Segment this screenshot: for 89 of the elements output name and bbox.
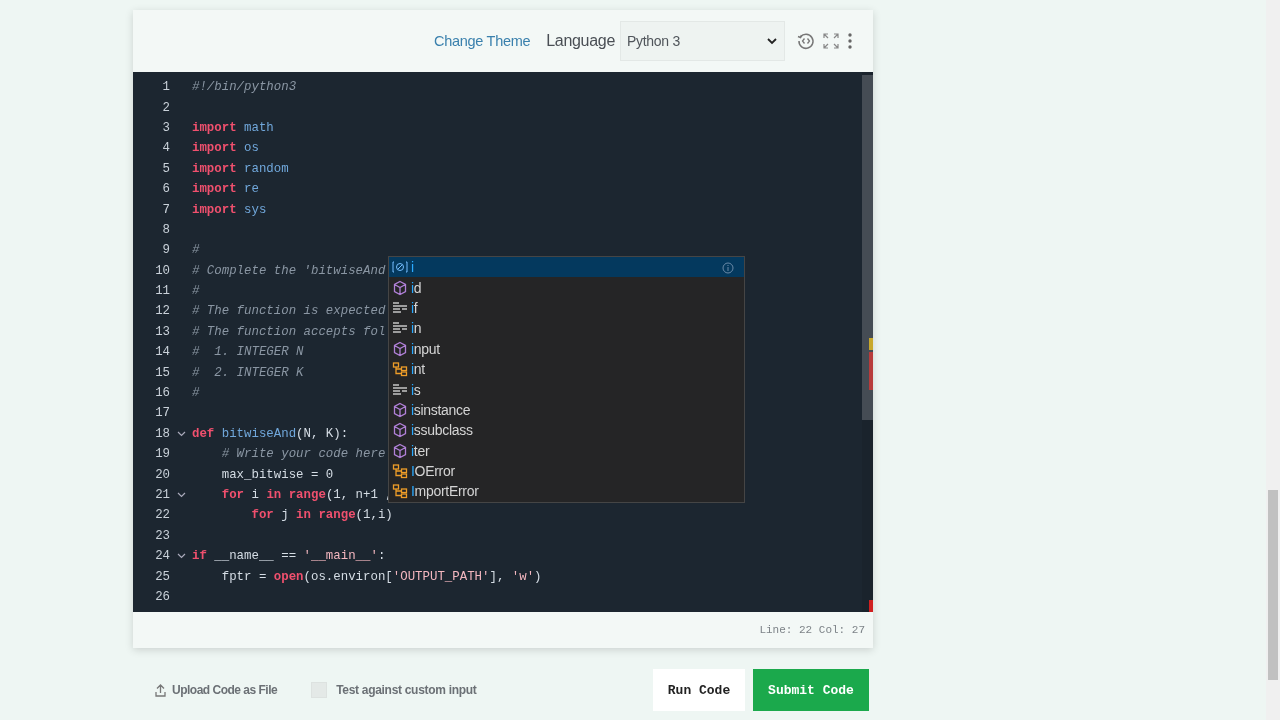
fold-chevron-icon[interactable] xyxy=(176,492,186,498)
line-number: 4 xyxy=(161,141,170,156)
suggestion-item[interactable]: ImportError xyxy=(389,481,744,502)
code-line: # Complete the 'bitwiseAnd xyxy=(192,263,386,278)
suggestion-item[interactable]: issubclass xyxy=(389,420,744,441)
fold-chevron-icon[interactable] xyxy=(176,430,186,437)
cursor-position: Line: 22 Col: 27 xyxy=(759,624,865,636)
code-line: # 2. INTEGER K xyxy=(192,365,304,380)
line-number: 5 xyxy=(161,161,170,176)
code-line: if __name__ == '__main__': xyxy=(192,549,386,564)
cube-icon xyxy=(392,340,408,357)
more-options-icon[interactable] xyxy=(847,32,853,50)
change-theme-link[interactable]: Change Theme xyxy=(434,33,531,49)
language-label: Language xyxy=(546,32,615,50)
code-line: def bitwiseAnd(N, K): xyxy=(192,426,349,441)
line-number: 26 xyxy=(154,589,170,604)
code-line: # The function is expected xyxy=(192,304,386,319)
suggestion-item[interactable]: iter xyxy=(389,440,744,461)
line-number: 1 xyxy=(161,80,170,95)
run-code-button[interactable]: Run Code xyxy=(653,669,745,711)
code-line: # xyxy=(192,243,200,258)
line-number: 19 xyxy=(154,447,170,462)
code-line: import math xyxy=(192,120,274,135)
cube-icon xyxy=(392,401,408,418)
code-line: import sys xyxy=(192,202,267,217)
page-scrollbar[interactable] xyxy=(1266,0,1280,720)
suggestion-item[interactable]: input xyxy=(389,338,744,359)
language-select[interactable]: Python 3 xyxy=(620,21,785,61)
code-line: # xyxy=(192,386,200,401)
info-icon[interactable] xyxy=(722,262,734,274)
line-number: 6 xyxy=(161,182,170,197)
code-line: fptr = open(os.environ['OUTPUT_PATH'], 'w') xyxy=(220,569,542,584)
line-number: 9 xyxy=(161,243,170,258)
class-icon xyxy=(392,463,408,480)
code-line: # The function accepts fol xyxy=(192,324,386,339)
suggestion-item[interactable]: isinstance xyxy=(389,399,744,421)
line-number: 14 xyxy=(154,345,170,360)
line-number: 18 xyxy=(154,426,170,441)
cube-icon xyxy=(392,422,408,439)
variable-icon xyxy=(392,260,408,275)
line-number: 10 xyxy=(154,263,170,278)
code-line: max_bitwise = 0 xyxy=(220,467,334,482)
code-line: import os xyxy=(192,141,259,156)
line-number: 12 xyxy=(154,304,170,319)
class-icon xyxy=(392,361,408,378)
keyword-icon xyxy=(392,382,408,397)
line-number: 11 xyxy=(154,284,170,299)
suggestion-item[interactable]: id xyxy=(389,277,744,298)
line-number: 24 xyxy=(154,549,170,564)
suggestion-item[interactable]: if xyxy=(389,297,744,319)
suggestion-item[interactable]: IOError xyxy=(389,460,744,482)
upload-code-link[interactable]: Upload Code as File xyxy=(172,683,278,697)
line-number: 7 xyxy=(161,202,170,217)
keyword-icon xyxy=(392,300,408,315)
editor-scrollbar[interactable] xyxy=(862,72,873,612)
suggestion-item[interactable]: int xyxy=(389,358,744,380)
history-icon[interactable] xyxy=(797,32,815,50)
keyword-icon xyxy=(392,321,408,336)
fullscreen-icon[interactable] xyxy=(823,33,839,49)
line-number: 21 xyxy=(154,488,170,502)
code-line: for j in range(1,i) xyxy=(250,508,393,523)
code-line: # Write your code here xyxy=(220,447,386,462)
line-number: 13 xyxy=(154,324,170,339)
upload-icon[interactable] xyxy=(155,683,166,697)
chevron-down-icon[interactable] xyxy=(766,37,778,45)
line-number: 2 xyxy=(161,100,170,115)
code-line: # 1. INTEGER N xyxy=(192,345,304,360)
cube-icon xyxy=(392,442,408,459)
line-number: 16 xyxy=(154,386,170,401)
line-number: 25 xyxy=(154,569,170,584)
code-line: import re xyxy=(192,182,259,197)
line-number: 22 xyxy=(154,508,170,523)
class-icon xyxy=(392,483,408,500)
line-number: 8 xyxy=(161,222,170,237)
line-number: 15 xyxy=(154,365,170,380)
custom-input-label: Test against custom input xyxy=(336,683,477,697)
code-line: # xyxy=(192,284,200,299)
fold-chevron-icon[interactable] xyxy=(176,553,186,560)
line-number: 3 xyxy=(161,120,170,135)
code-line: #!/bin/python3 xyxy=(192,80,297,95)
suggestion-item[interactable]: is xyxy=(389,379,744,400)
code-line: import random xyxy=(192,161,289,176)
suggestion-item[interactable]: in xyxy=(389,318,744,339)
suggestion-item[interactable]: i xyxy=(389,257,744,278)
line-number: 20 xyxy=(154,467,170,482)
cube-icon xyxy=(392,279,408,296)
line-number: 17 xyxy=(154,406,170,421)
line-number: 23 xyxy=(154,528,170,543)
code-editor[interactable] xyxy=(133,72,873,612)
